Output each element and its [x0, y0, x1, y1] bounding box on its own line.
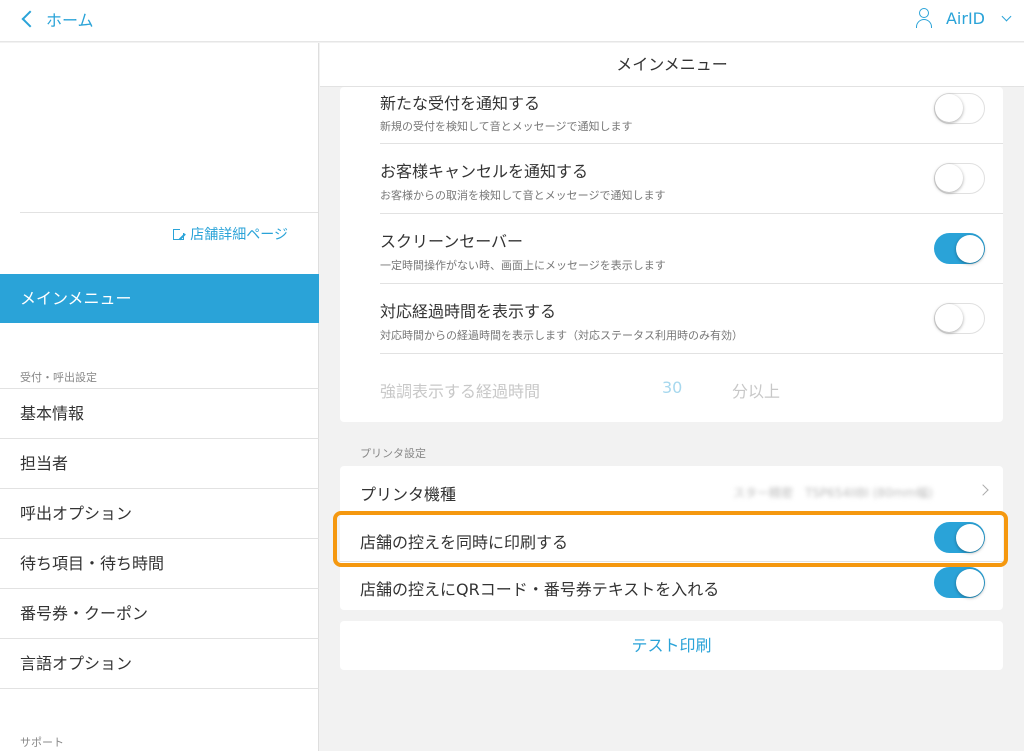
- sidebar-divider: [20, 212, 318, 213]
- elapsed-label: 強調表示する経過時間: [380, 382, 541, 401]
- setting-subtitle: 対応時間からの経過時間を表示します（対応ステータス利用時のみ有効）: [380, 329, 743, 342]
- account-label: AirID: [945, 8, 985, 28]
- setting-subtitle: 新規の受付を検知して音とメッセージで通知します: [380, 120, 633, 133]
- top-bar: ホーム AirID: [0, 0, 1024, 42]
- external-link-icon: [173, 226, 187, 240]
- sidebar-list: 基本情報 担当者 呼出オプション 待ち項目・待ち時間 番号券・クーポン 言語オプ…: [0, 388, 319, 689]
- account-menu[interactable]: AirID: [915, 8, 1012, 28]
- setting-row-print-qr: 店舗の控えにQRコード・番号券テキストを入れる: [340, 562, 1003, 610]
- setting-row-elapsed-time: 対応経過時間を表示する 対応時間からの経過時間を表示します（対応ステータス利用時…: [380, 284, 1003, 354]
- toggle-screensaver[interactable]: [934, 233, 985, 264]
- back-label: ホーム: [46, 11, 94, 30]
- toggle-elapsed-time[interactable]: [934, 303, 985, 334]
- setting-title: 店舗の控えにQRコード・番号券テキストを入れる: [360, 580, 720, 599]
- sidebar-item-language-options[interactable]: 言語オプション: [0, 639, 319, 689]
- sidebar-item-basic-info[interactable]: 基本情報: [0, 389, 319, 439]
- setting-row-cancel: お客様キャンセルを通知する お客様からの取消を検知して音とメッセージで通知します: [380, 144, 1003, 214]
- test-print-button[interactable]: テスト印刷: [340, 621, 1003, 670]
- elapsed-value: 30: [662, 378, 683, 397]
- page-title: メインメニュー: [320, 43, 1024, 87]
- elapsed-highlight-row: 強調表示する経過時間 30 分以上: [380, 378, 1000, 418]
- setting-row-screensaver: スクリーンセーバー 一定時間操作がない時、画面上にメッセージを表示します: [380, 214, 1003, 284]
- chevron-down-icon: [1001, 11, 1012, 21]
- section-label-support: サポート: [20, 736, 64, 749]
- store-detail-link[interactable]: 店舗詳細ページ: [173, 224, 288, 244]
- setting-subtitle: お客様からの取消を検知して音とメッセージで通知します: [380, 189, 666, 202]
- setting-subtitle: 一定時間操作がない時、画面上にメッセージを表示します: [380, 259, 666, 272]
- printer-model-label: プリンタ機種: [360, 485, 457, 504]
- toggle-cancel[interactable]: [934, 163, 985, 194]
- toggle-new-reception[interactable]: [934, 93, 985, 124]
- section-label-reception: 受付・呼出設定: [20, 371, 97, 384]
- section-label-printer: プリンタ設定: [360, 447, 426, 460]
- store-detail-label: 店舗詳細ページ: [190, 227, 288, 243]
- user-icon: [915, 8, 932, 28]
- sidebar-item-main-menu[interactable]: メインメニュー: [0, 274, 319, 323]
- setting-title: 新たな受付を通知する: [380, 94, 541, 113]
- elapsed-unit: 分以上: [732, 382, 781, 401]
- highlight-annotation: [333, 511, 1008, 567]
- sidebar-item-wait-items[interactable]: 待ち項目・待ち時間: [0, 539, 319, 589]
- sidebar-item-call-options[interactable]: 呼出オプション: [0, 489, 319, 539]
- setting-title: スクリーンセーバー: [380, 232, 524, 251]
- sidebar: 店舗詳細ページ メインメニュー 受付・呼出設定 基本情報 担当者 呼出オプション…: [0, 43, 319, 751]
- sidebar-item-staff[interactable]: 担当者: [0, 439, 319, 489]
- settings-card: 新たな受付を通知する 新規の受付を検知して音とメッセージで通知します お客様キャ…: [340, 87, 1003, 422]
- sidebar-item-tickets-coupons[interactable]: 番号券・クーポン: [0, 589, 319, 639]
- chevron-left-icon: [21, 10, 39, 28]
- printer-model-value: スター精密 TSP654IIBI (80mm幅): [733, 486, 933, 500]
- setting-row-new-reception: 新たな受付を通知する 新規の受付を検知して音とメッセージで通知します: [380, 87, 1003, 144]
- toggle-print-qr[interactable]: [934, 567, 985, 598]
- setting-title: 対応経過時間を表示する: [380, 302, 557, 321]
- back-button[interactable]: ホーム: [20, 7, 94, 31]
- setting-title: お客様キャンセルを通知する: [380, 162, 589, 181]
